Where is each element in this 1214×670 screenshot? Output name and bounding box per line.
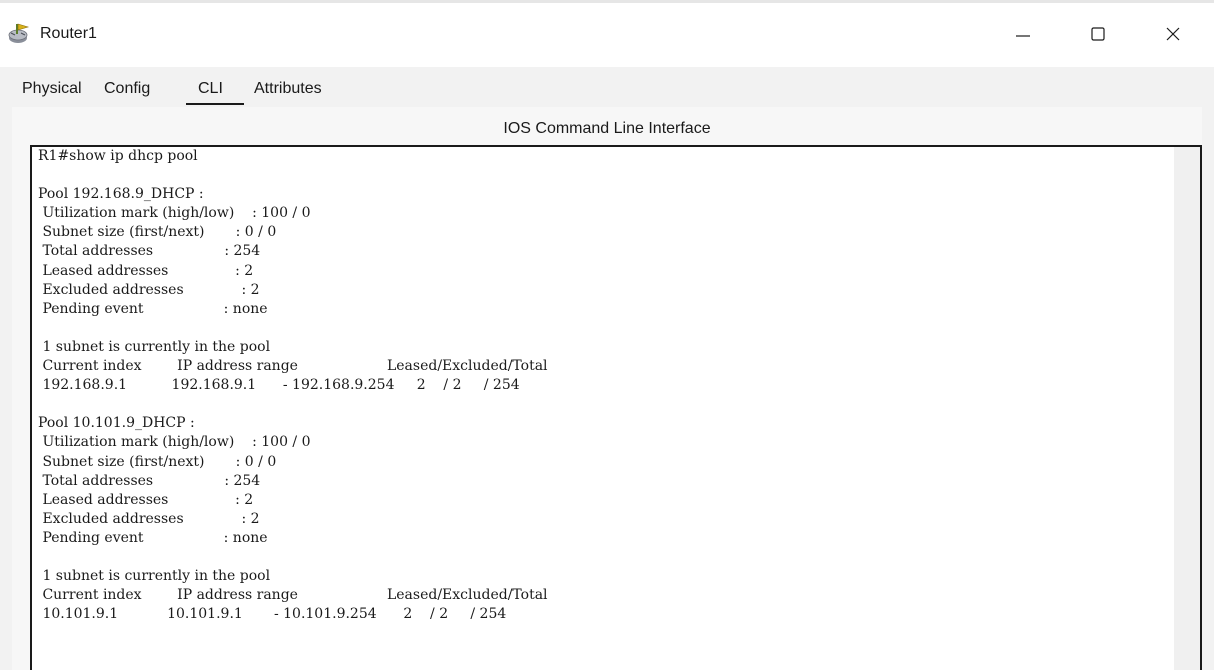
router-icon bbox=[8, 22, 32, 46]
close-icon bbox=[1166, 27, 1180, 41]
cli-panel: IOS Command Line Interface R1#show ip dh… bbox=[12, 107, 1202, 670]
close-button[interactable] bbox=[1150, 12, 1196, 56]
tab-config[interactable]: Config bbox=[104, 80, 150, 98]
tab-cli[interactable]: CLI bbox=[198, 80, 223, 98]
title-bar-top-edge bbox=[0, 0, 1214, 3]
minimize-button[interactable] bbox=[1000, 12, 1046, 56]
title-bar[interactable]: Router1 bbox=[0, 0, 1214, 67]
cli-output[interactable]: R1#show ip dhcp pool Pool 192.168.9_DHCP… bbox=[38, 147, 548, 624]
tab-physical[interactable]: Physical bbox=[22, 80, 82, 98]
tab-strip: Physical Config CLI Attributes bbox=[0, 67, 1214, 107]
tab-attributes[interactable]: Attributes bbox=[254, 80, 322, 98]
maximize-icon bbox=[1091, 27, 1105, 41]
panel-title: IOS Command Line Interface bbox=[503, 120, 711, 137]
active-tab-indicator bbox=[186, 103, 244, 105]
vertical-scrollbar[interactable] bbox=[1174, 147, 1200, 670]
maximize-button[interactable] bbox=[1075, 12, 1121, 56]
cli-console[interactable]: R1#show ip dhcp pool Pool 192.168.9_DHCP… bbox=[30, 145, 1202, 670]
window-title: Router1 bbox=[40, 25, 97, 42]
router-window: Router1 Physical Config CLI Attributes I… bbox=[0, 0, 1214, 670]
minimize-icon bbox=[1016, 35, 1030, 37]
